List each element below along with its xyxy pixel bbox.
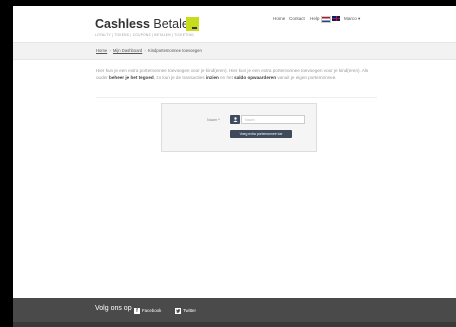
add-wallet-form: Naam * Voeg extra portemonnee toe [161,103,317,152]
twitter-link[interactable]: Twitter [175,307,196,314]
nav-contact[interactable]: Contact [289,16,305,21]
twitter-label: Twitter [183,308,196,313]
nav-home[interactable]: Home [273,16,285,21]
breadcrumb-current: Kindportemonnee toevoegen [148,48,202,53]
facebook-label: Facebook [142,308,162,313]
chevron-down-icon: ▾ [358,16,361,21]
user-menu[interactable]: Marco ▾ [344,16,360,22]
nav-help[interactable]: Help [310,16,319,21]
follow-us-label: Volg ons op [95,305,132,312]
page: Cashless Betalen LOYALTY | TOKENS | COUP… [13,6,456,327]
logo-wordmark: Cashless Betalen [95,17,196,31]
breadcrumb-separator: › [144,48,146,53]
intro-text: Hier kun je een extra portemonnee toevoe… [96,68,369,80]
user-icon [230,115,240,124]
breadcrumb-bar: Home › Mijn Dashboard › Kindportemonnee … [13,42,456,60]
flag-uk-icon[interactable] [332,16,340,21]
name-input[interactable] [241,115,305,124]
breadcrumb: Home › Mijn Dashboard › Kindportemonnee … [96,48,202,53]
divider [96,97,377,98]
facebook-icon: f [134,307,140,314]
sub-footer [13,322,456,327]
logo-tagline: LOYALTY | TOKENS | COUPONS | BETALEN | T… [95,33,194,37]
breadcrumb-dashboard[interactable]: Mijn Dashboard [113,48,142,53]
site-header: Cashless Betalen LOYALTY | TOKENS | COUP… [13,6,456,42]
add-wallet-button[interactable]: Voeg extra portemonnee toe [230,130,292,138]
name-label: Naam * [207,118,220,122]
twitter-icon [175,307,181,314]
facebook-link[interactable]: f Facebook [134,307,161,314]
logo-mark-icon [186,17,199,31]
user-menu-label: Marco [344,16,357,21]
breadcrumb-home[interactable]: Home [96,48,107,53]
breadcrumb-separator: › [109,48,111,53]
flag-nl-icon[interactable] [321,16,331,23]
site-footer: Volg ons op f Facebook Twitter [13,298,456,322]
